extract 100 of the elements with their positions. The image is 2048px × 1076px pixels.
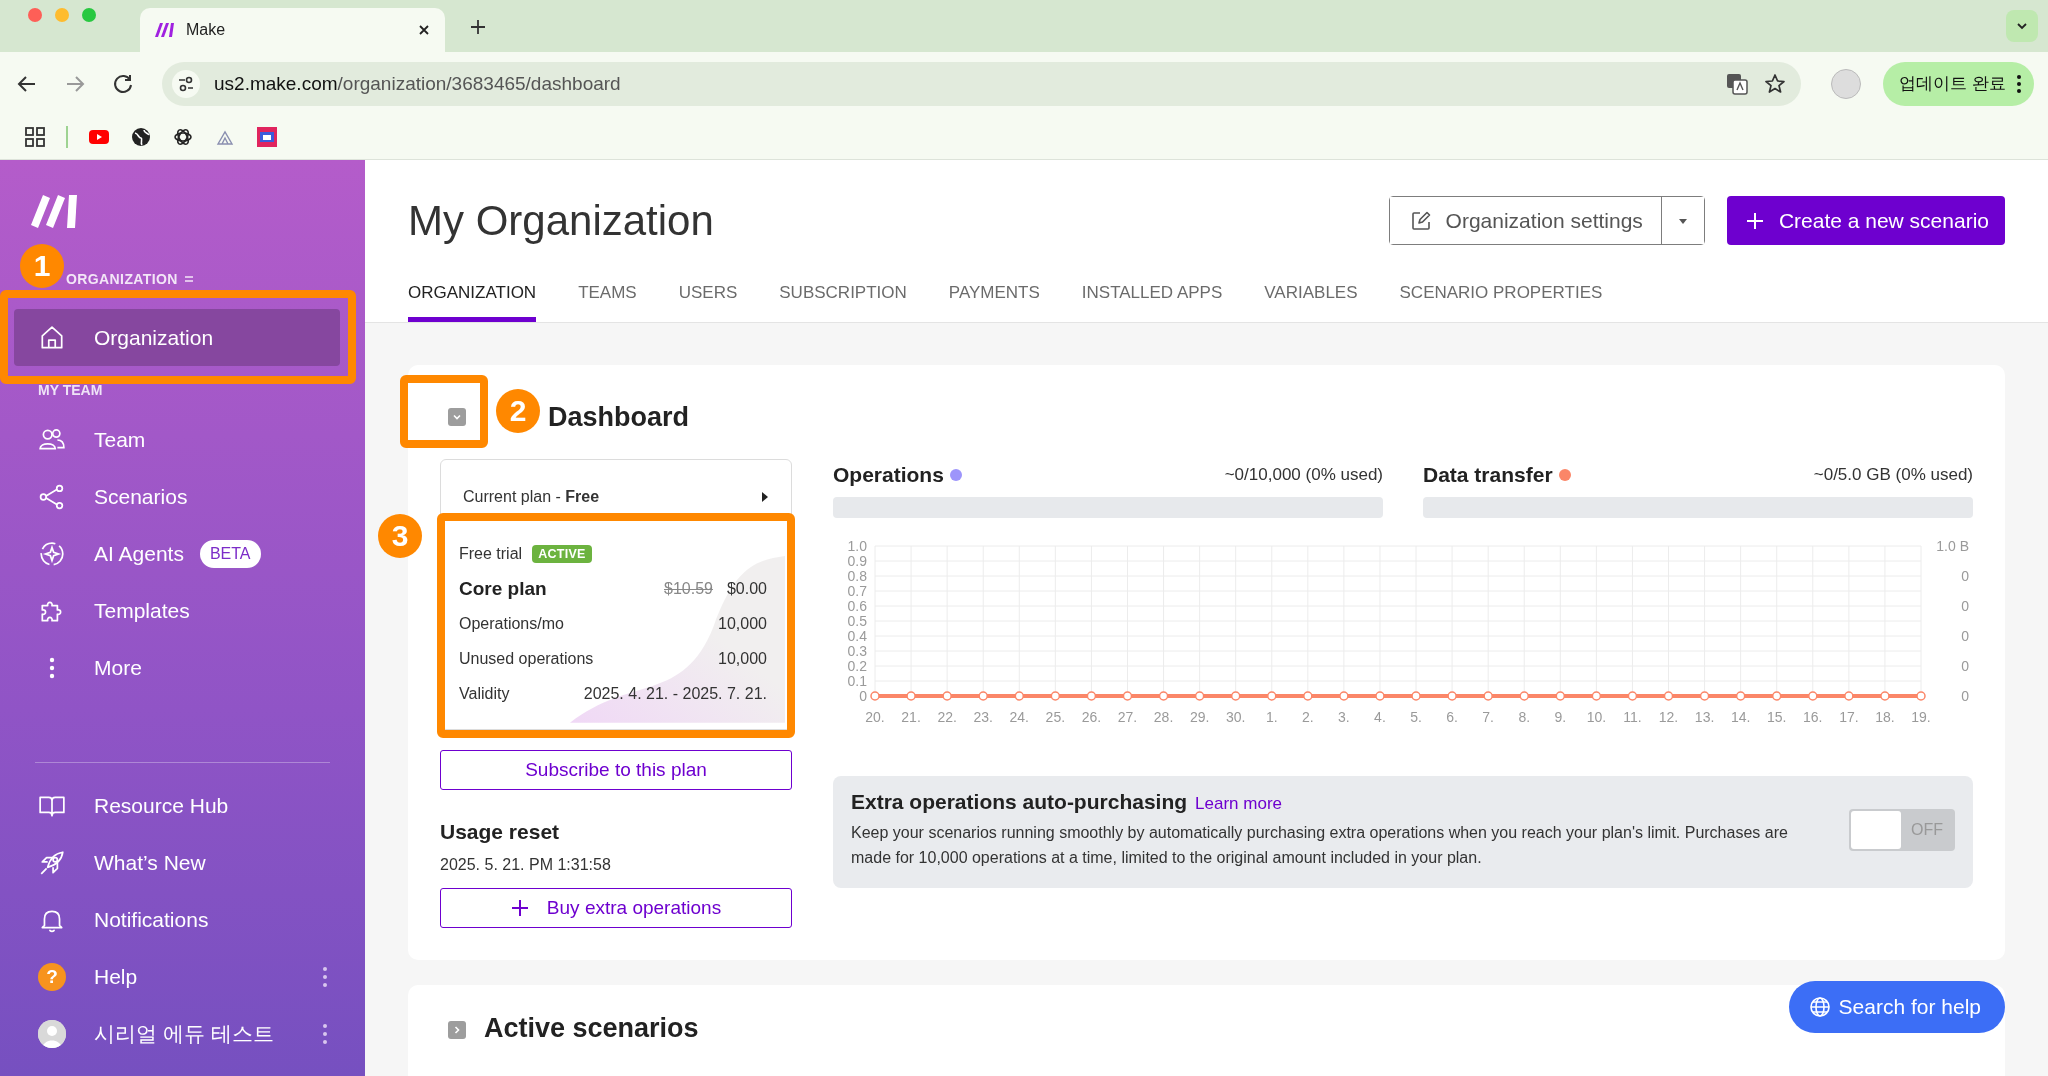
axis-label: 13. [1694, 709, 1715, 725]
learn-more-link[interactable]: Learn more [1195, 794, 1282, 813]
row-label: Validity [459, 684, 510, 703]
caret-icon[interactable] [761, 491, 769, 503]
star-icon[interactable] [1763, 71, 1788, 96]
tab-title: Make [186, 21, 227, 39]
settings-button[interactable]: Organization settings [1389, 197, 1662, 244]
usage-title: Operations [833, 463, 944, 487]
axis-label: 26. [1081, 709, 1102, 725]
data-point [1519, 691, 1529, 701]
axis-label: 0.8 [847, 568, 867, 584]
axis-label: 0 [1961, 568, 1969, 584]
sidebar-item[interactable]: More [0, 639, 365, 696]
tab[interactable]: SCENARIO PROPERTIES [1399, 273, 1603, 322]
kebab-icon[interactable] [321, 1022, 329, 1045]
axis-label: 28. [1153, 709, 1174, 725]
data-point [1844, 691, 1854, 701]
tab-search-button[interactable] [2006, 10, 2038, 42]
tab[interactable]: VARIABLES [1264, 273, 1358, 322]
plan-label: Current plan - Free [463, 488, 600, 506]
sidebar-item[interactable]: 시리얼 에듀 테스트 [0, 1005, 365, 1062]
data-point [1303, 691, 1313, 701]
close-window-button[interactable] [28, 7, 42, 22]
address-bar[interactable]: us2.make.com/organization/3683465/dashboard [162, 61, 1802, 106]
axis-label: 20. [865, 709, 885, 725]
tab[interactable]: INSTALLED APPS [1081, 273, 1223, 322]
data-point [1014, 691, 1025, 701]
old-price: $10.59 [664, 579, 713, 597]
data-point [1808, 691, 1818, 701]
sidebar-item[interactable]: AI Agents BETA [0, 525, 365, 582]
sidebar-item[interactable]: Scenarios [0, 468, 365, 525]
axis-label: 29. [1189, 709, 1210, 725]
data-point [1735, 691, 1746, 701]
axis-label: 3. [1338, 709, 1350, 725]
data-point [1339, 691, 1349, 701]
site-info-icon[interactable] [172, 69, 200, 98]
kebab-icon[interactable] [321, 965, 329, 988]
data-point [1699, 691, 1710, 701]
price: $0.00 [726, 579, 767, 597]
row-value: 10,000 [718, 649, 767, 668]
axis-label: 23. [973, 709, 993, 725]
axis-label: 30. [1225, 709, 1246, 725]
buy-operations-button[interactable]: Buy extra operations [440, 888, 792, 928]
axis-label: 16. [1803, 709, 1823, 725]
knot-icon[interactable] [172, 126, 194, 148]
search-help-button[interactable]: Search for help [1788, 981, 2005, 1033]
sidebar-item[interactable]: Notifications [0, 891, 365, 948]
page-title: My Organization [408, 196, 715, 245]
axis-label: 0.3 [847, 643, 867, 659]
data-point [1230, 691, 1241, 701]
apps-icon[interactable] [24, 126, 46, 148]
data-point [1194, 691, 1205, 701]
update-button[interactable]: 업데이트 완료 [1883, 61, 2034, 106]
translate-icon[interactable] [1725, 71, 1750, 96]
axis-label: 0.7 [847, 583, 867, 599]
help-icon: ? [38, 962, 66, 991]
image-bookmark-icon[interactable] [256, 126, 278, 148]
panel-text: Keep your scenarios running smoothly by automatically purchasing extra operations when you reach your plan's limit. Purchases are made for 10,000 operations at a time, limited to the original amount included in your plan. [851, 823, 1789, 868]
edit-icon [1409, 209, 1432, 232]
axis-label: 8. [1518, 709, 1531, 725]
create-scenario-button[interactable]: Create a new scenario [1726, 196, 2005, 245]
usage-reset-title: Usage reset [440, 820, 561, 844]
tab[interactable]: SUBSCRIPTION [779, 273, 907, 322]
row-value: 2025. 4. 21. - 2025. 7. 21. [583, 684, 767, 703]
sidebar-item[interactable]: What’s New [0, 834, 365, 891]
axis-label: 0 [1961, 658, 1969, 674]
sidebar-item[interactable]: ? Help [0, 948, 365, 1005]
data-point [978, 691, 988, 701]
sidebar-item[interactable]: Templates [0, 582, 365, 639]
rocket-icon [38, 848, 66, 877]
status-badge: ACTIVE [532, 544, 592, 563]
share-icon [38, 482, 66, 511]
axis-label: 9. [1554, 709, 1567, 725]
axis-label: 1.0 B [1936, 538, 1969, 554]
sidebar-item[interactable]: Team [0, 411, 365, 468]
tab[interactable]: ORGANIZATION [408, 273, 537, 322]
close-icon[interactable] [417, 23, 431, 37]
logo-icon[interactable] [30, 192, 80, 228]
axis-label: 17. [1839, 709, 1859, 725]
globe-icon[interactable] [130, 126, 152, 148]
sidebar-item[interactable]: Resource Hub [0, 777, 365, 834]
axis-label: 14. [1730, 709, 1751, 725]
tab[interactable]: USERS [678, 273, 738, 322]
browser-tab[interactable]: Make [140, 8, 445, 52]
menu-icon[interactable] [183, 275, 194, 283]
tab[interactable]: TEAMS [578, 273, 637, 322]
sidebar-item[interactable]: Organization [14, 309, 340, 366]
axis-label: 0 [1961, 688, 1969, 704]
expand-icon[interactable] [448, 1021, 466, 1039]
data-point [1411, 691, 1421, 701]
axis-label: 18. [1875, 709, 1895, 725]
tab[interactable]: PAYMENTS [948, 273, 1040, 322]
collapse-icon[interactable] [448, 408, 466, 426]
data-point [1122, 691, 1133, 701]
axis-label: 4. [1374, 709, 1386, 725]
axis-label: 10. [1586, 709, 1607, 725]
subscribe-button[interactable]: Subscribe to this plan [440, 750, 792, 790]
row-value: 10,000 [718, 614, 767, 633]
axis-label: 5. [1410, 709, 1422, 725]
section-label: MY TEAM [38, 382, 104, 398]
